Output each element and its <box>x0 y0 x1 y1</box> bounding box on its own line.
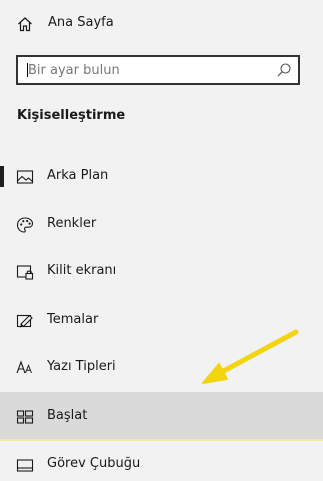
yellow-arrow-icon <box>202 329 299 384</box>
settings-nav-pane: Ana Sayfa Kişiselleştirme Arka Plan <box>0 0 323 481</box>
